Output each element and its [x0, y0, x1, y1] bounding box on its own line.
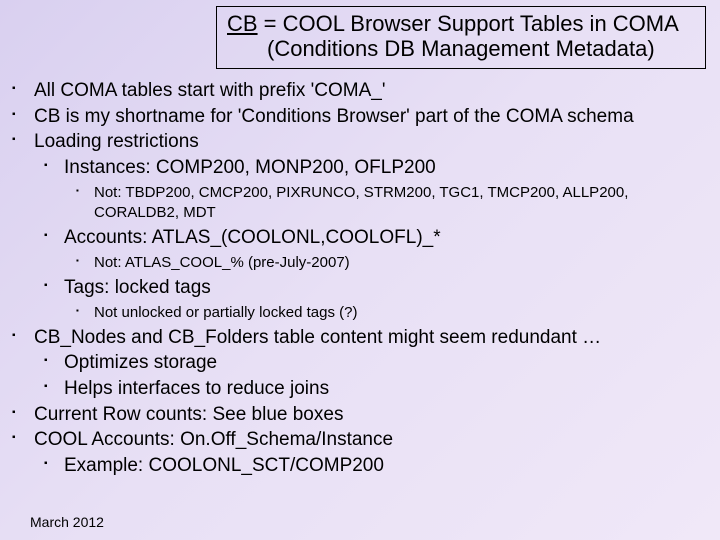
title-line2: (Conditions DB Management Metadata): [227, 36, 695, 61]
list-item-label: Loading restrictions: [34, 131, 199, 152]
list-item-label: Accounts: ATLAS_(COOLONL,COOLOFL)_*: [64, 227, 441, 248]
slide-body: All COMA tables start with prefix 'COMA_…: [6, 78, 710, 479]
list-item: Accounts: ATLAS_(COOLONL,COOLOFL)_* Not:…: [34, 225, 710, 273]
list-item: Optimizes storage: [34, 350, 710, 376]
list-item: CB is my shortname for 'Conditions Brows…: [6, 104, 710, 130]
title-abbrev: CB: [227, 11, 258, 36]
list-item: All COMA tables start with prefix 'COMA_…: [6, 78, 710, 104]
list-item: Instances: COMP200, MONP200, OFLP200 Not…: [34, 155, 710, 223]
list-item-label: CB_Nodes and CB_Folders table content mi…: [34, 327, 601, 348]
list-item: CB_Nodes and CB_Folders table content mi…: [6, 325, 710, 402]
list-item: Not unlocked or partially locked tags (?…: [64, 303, 710, 323]
list-item-label: COOL Accounts: On.Off_Schema/Instance: [34, 429, 393, 450]
list-item: Not: ATLAS_COOL_% (pre-July-2007): [64, 253, 710, 273]
list-item: Current Row counts: See blue boxes: [6, 402, 710, 428]
list-item: Loading restrictions Instances: COMP200,…: [6, 129, 710, 323]
list-item-label: Instances: COMP200, MONP200, OFLP200: [64, 157, 436, 178]
list-item: Not: TBDP200, CMCP200, PIXRUNCO, STRM200…: [64, 183, 710, 224]
list-item: COOL Accounts: On.Off_Schema/Instance Ex…: [6, 427, 710, 478]
slide-title: CB = COOL Browser Support Tables in COMA…: [216, 6, 706, 69]
title-line1-rest: = COOL Browser Support Tables in COMA: [258, 11, 679, 36]
list-item: Tags: locked tags Not unlocked or partia…: [34, 275, 710, 323]
slide-footer-date: March 2012: [30, 514, 104, 530]
list-item: Helps interfaces to reduce joins: [34, 376, 710, 402]
list-item: Example: COOLONL_SCT/COMP200: [34, 453, 710, 479]
list-item-label: Tags: locked tags: [64, 277, 211, 298]
